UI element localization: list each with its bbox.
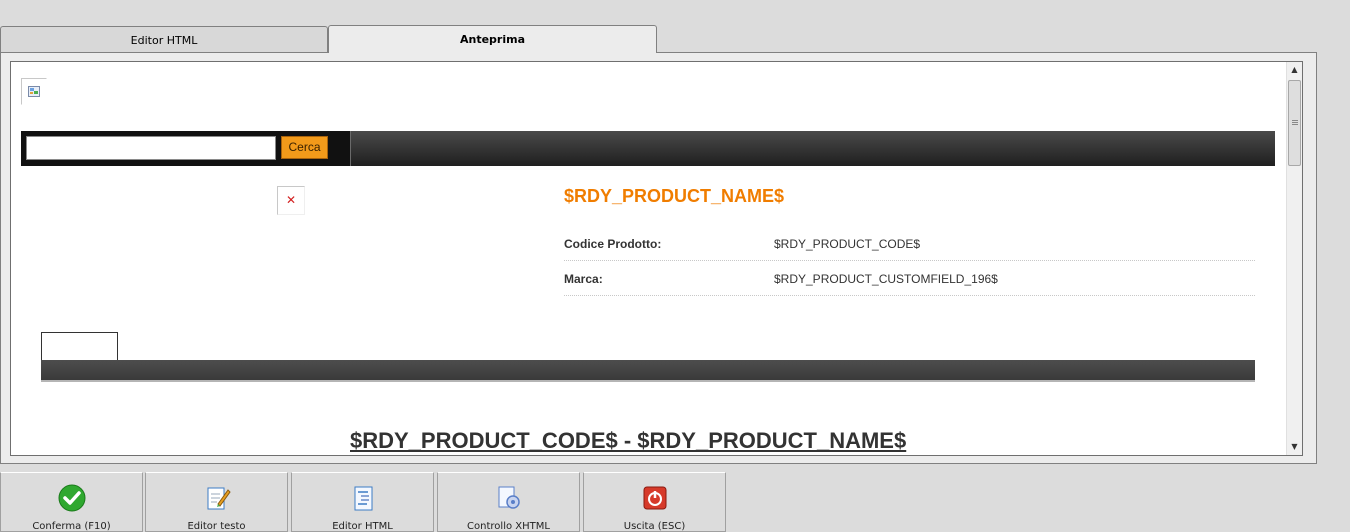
tab-anteprima[interactable]: Anteprima — [328, 25, 657, 53]
info-row-brand: Marca: $RDY_PRODUCT_CUSTOMFIELD_196$ — [564, 260, 1255, 296]
exit-button[interactable]: Uscita (ESC) — [583, 472, 726, 532]
search-bar: Cerca — [21, 131, 1275, 166]
product-name: $RDY_PRODUCT_NAME$ — [564, 186, 785, 206]
vertical-scrollbar[interactable]: ▲ ▼ — [1286, 62, 1302, 455]
product-title-heading: $RDY_PRODUCT_CODE$ - $RDY_PRODUCT_NAME$ — [350, 428, 907, 453]
info-key: Marca: — [564, 272, 603, 286]
scroll-thumb[interactable] — [1288, 80, 1301, 166]
broken-image-icon: ✕ — [277, 186, 305, 215]
search-input[interactable] — [26, 136, 276, 160]
button-label: Editor testo — [187, 521, 246, 532]
info-row-code: Codice Prodotto: $RDY_PRODUCT_CODE$ — [564, 225, 1255, 261]
info-key: Codice Prodotto: — [564, 237, 662, 251]
content-tab[interactable] — [41, 332, 118, 360]
button-label: Editor HTML — [332, 521, 393, 532]
scroll-down-icon[interactable]: ▼ — [1287, 439, 1302, 455]
tab-editor-html[interactable]: Editor HTML — [0, 26, 328, 52]
info-value: $RDY_PRODUCT_CODE$ — [774, 237, 921, 251]
button-label: Uscita (ESC) — [623, 521, 686, 532]
edit-document-icon — [207, 487, 231, 510]
preview-viewport: Cerca ✕ $RDY_PRODUCT_NAME$ Codice Prodot… — [10, 61, 1303, 456]
button-label: Conferma (F10) — [32, 521, 111, 532]
content-tab-bar — [41, 360, 1255, 382]
confirm-button[interactable]: Conferma (F10) — [0, 472, 143, 532]
search-button[interactable]: Cerca — [281, 136, 328, 159]
html-document-icon — [354, 486, 372, 511]
button-label: Controllo XHTML — [467, 521, 550, 532]
xhtml-check-button[interactable]: Controllo XHTML — [437, 472, 580, 532]
exit-icon — [643, 486, 666, 510]
info-value: $RDY_PRODUCT_CUSTOMFIELD_196$ — [774, 272, 998, 286]
search-bar-left: Cerca — [21, 131, 351, 166]
text-editor-button[interactable]: Editor testo — [145, 472, 288, 532]
html-editor-button[interactable]: Editor HTML — [291, 472, 434, 532]
logo-image-icon — [21, 78, 47, 105]
settings-document-icon — [498, 486, 520, 509]
scroll-up-icon[interactable]: ▲ — [1287, 62, 1302, 78]
check-icon — [58, 484, 85, 512]
